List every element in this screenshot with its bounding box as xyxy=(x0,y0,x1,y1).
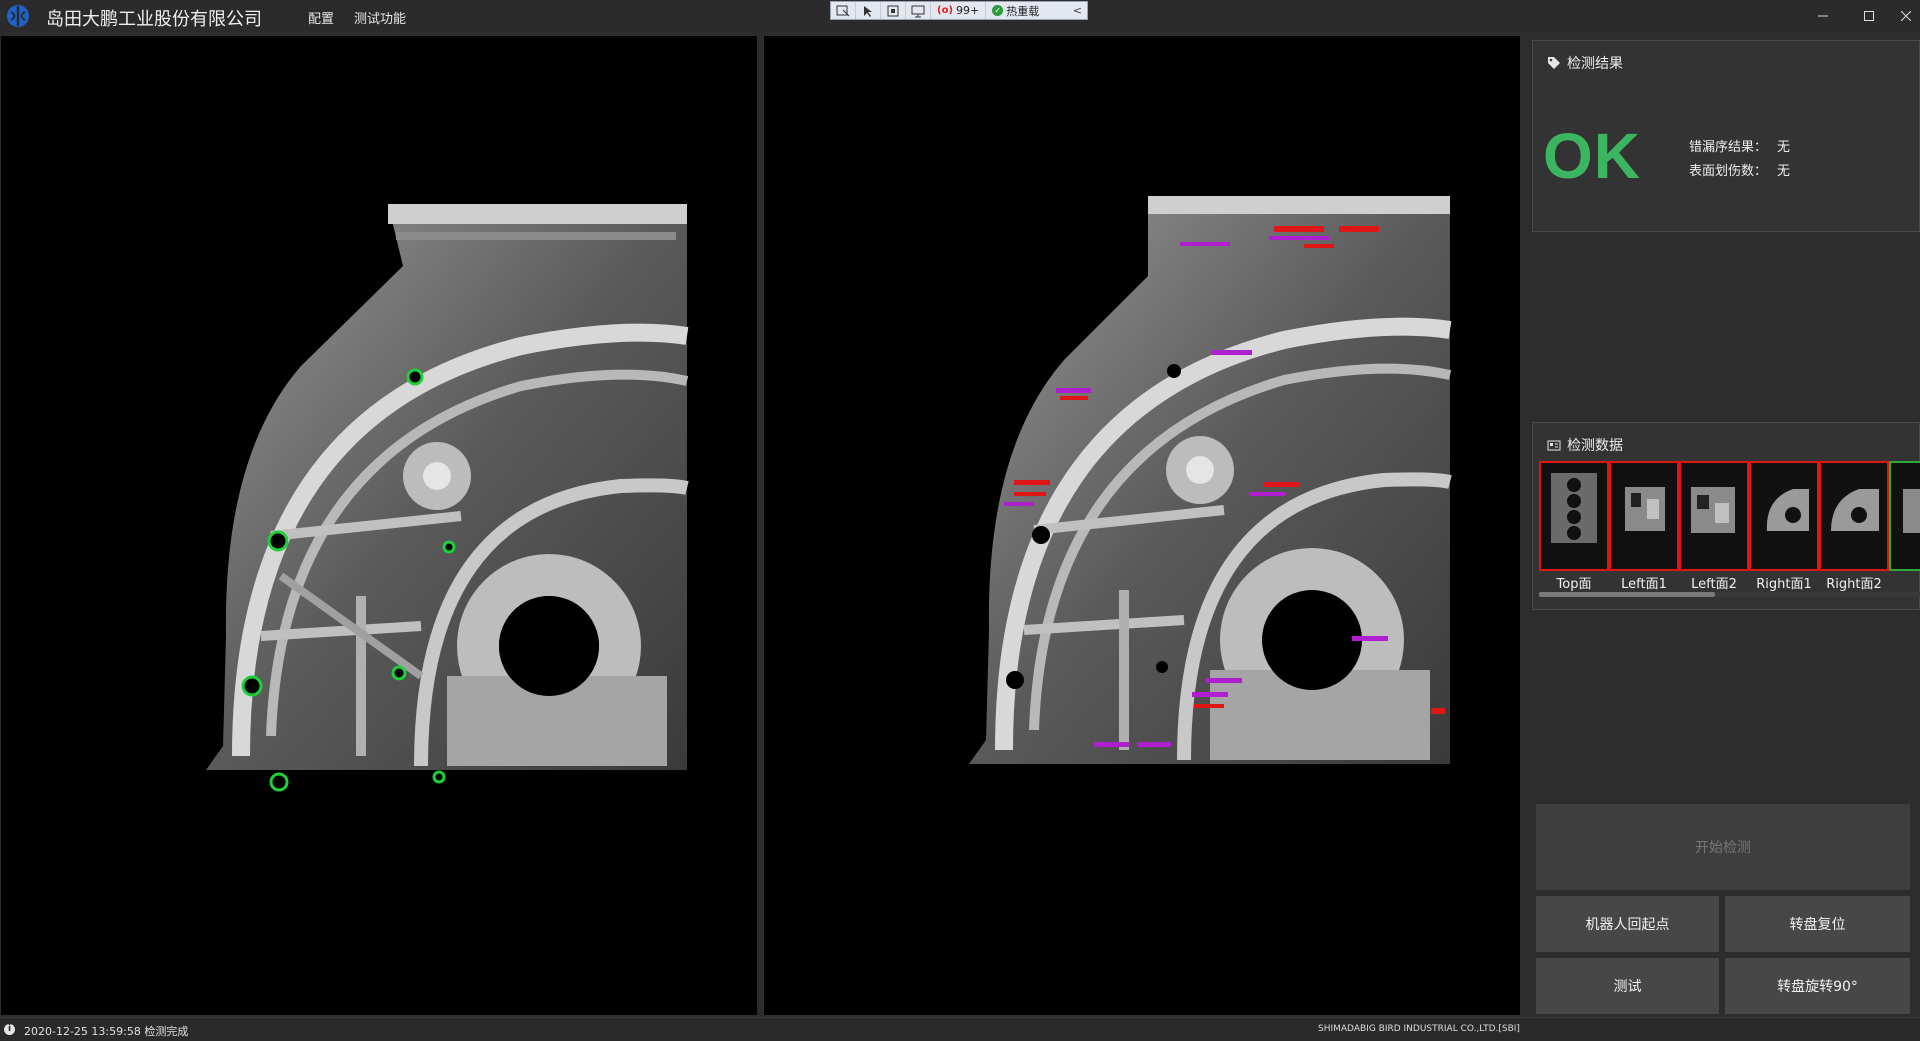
collapse-toolbar-icon[interactable]: < xyxy=(1073,4,1087,17)
thumbnail-6[interactable] xyxy=(1889,461,1920,571)
engine-housing-image xyxy=(206,204,689,792)
thumbnail-frame xyxy=(1539,461,1609,571)
turntable-rotate-button[interactable]: 转盘旋转90° xyxy=(1725,958,1910,1014)
company-name: SHIMADABIG BIRD INDUSTRIAL CO.,LTD.[SBI] xyxy=(1318,1024,1520,1034)
hot-reload-label: 热重载 xyxy=(1006,4,1040,18)
thumbnail-scrollbar-thumb[interactable] xyxy=(1539,592,1715,597)
camera-view-defects xyxy=(764,36,1520,1015)
metric-label: 表面划伤数： xyxy=(1689,164,1768,179)
thumbnail-label: Right面1 xyxy=(1756,577,1812,592)
start-inspection-button[interactable]: 开始检测 xyxy=(1536,804,1910,890)
surface-scratch-metric: 表面划伤数： 无 xyxy=(1689,160,1790,179)
close-button[interactable] xyxy=(1892,0,1920,32)
thumbnail-label: Top面 xyxy=(1556,577,1592,592)
inspection-data-panel: 检测数据 Top面 Left面1 Left面2 Right面1 Right面2 xyxy=(1532,422,1920,610)
minimize-button[interactable] xyxy=(1800,0,1846,32)
inspection-result-panel: 检测结果 OK 错漏序结果： 无 表面划伤数： 无 xyxy=(1532,40,1920,232)
adorner-icon[interactable] xyxy=(881,2,906,19)
thumbnail-label: Left面2 xyxy=(1691,577,1737,592)
thumbnail-left-1[interactable]: Left面1 xyxy=(1609,461,1679,592)
tag-icon xyxy=(1548,57,1560,69)
thumbnail-left-2[interactable]: Left面2 xyxy=(1679,461,1749,592)
metric-value: 无 xyxy=(1777,140,1791,155)
inspection-result-title: 检测结果 xyxy=(1567,56,1623,72)
thumbnail-right-1[interactable]: Right面1 xyxy=(1749,461,1819,592)
menu-test-functions[interactable]: 测试功能 xyxy=(354,8,406,27)
status-bar: i 2020-12-25 13:59:58 检测完成 SHIMADABIG BI… xyxy=(0,1017,1920,1041)
thumbnail-frame xyxy=(1889,461,1920,571)
app-title: 岛田大鹏工业股份有限公司 xyxy=(46,9,262,30)
thumbnail-top[interactable]: Top面 xyxy=(1539,461,1609,592)
title-bar: 岛田大鹏工业股份有限公司 配置 测试功能 (o) 99+ ✓ 热重载 < xyxy=(0,0,1920,32)
error-dot-icon: (o) xyxy=(937,5,954,16)
error-count: 99+ xyxy=(956,4,980,17)
hot-reload-status[interactable]: ✓ 热重载 xyxy=(986,2,1045,19)
missing-sequence-metric: 错漏序结果： 无 xyxy=(1689,136,1790,155)
company-logo-icon xyxy=(6,4,30,28)
status-message: 2020-12-25 13:59:58 检测完成 xyxy=(24,1025,189,1038)
inspection-data-header: 检测数据 xyxy=(1547,435,1623,455)
track-focus-icon[interactable] xyxy=(906,2,931,19)
maximize-button[interactable] xyxy=(1846,0,1892,32)
info-icon: i xyxy=(4,1024,15,1035)
turntable-reset-button[interactable]: 转盘复位 xyxy=(1725,896,1910,952)
check-icon: ✓ xyxy=(992,5,1004,16)
menu-config[interactable]: 配置 xyxy=(308,8,334,27)
thumbnail-right-2[interactable]: Right面2 xyxy=(1819,461,1889,592)
metric-value: 无 xyxy=(1777,164,1791,179)
debug-toolbar: (o) 99+ ✓ 热重载 < xyxy=(830,1,1088,20)
thumbnail-label: Right面2 xyxy=(1826,577,1882,592)
thumbnail-frame xyxy=(1679,461,1749,571)
thumbnail-frame xyxy=(1819,461,1889,571)
pointer-icon[interactable] xyxy=(856,2,881,19)
robot-home-button[interactable]: 机器人回起点 xyxy=(1536,896,1719,952)
select-element-icon[interactable] xyxy=(831,2,856,19)
thumbnail-strip[interactable]: Top面 Left面1 Left面2 Right面1 Right面2 xyxy=(1539,461,1920,597)
thumbnail-frame xyxy=(1609,461,1679,571)
test-button[interactable]: 测试 xyxy=(1536,958,1719,1014)
engine-housing-defect-image xyxy=(969,196,1452,784)
metric-label: 错漏序结果： xyxy=(1689,140,1768,155)
inspection-data-title: 检测数据 xyxy=(1567,438,1623,454)
binding-errors-counter[interactable]: (o) 99+ xyxy=(931,2,987,19)
thumbnail-frame xyxy=(1749,461,1819,571)
thumbnail-label: Left面1 xyxy=(1621,577,1667,592)
inspection-result-header: 检测结果 xyxy=(1547,53,1623,73)
id-card-icon xyxy=(1547,440,1561,451)
result-status: OK xyxy=(1543,120,1641,192)
camera-view-original xyxy=(1,36,757,1015)
